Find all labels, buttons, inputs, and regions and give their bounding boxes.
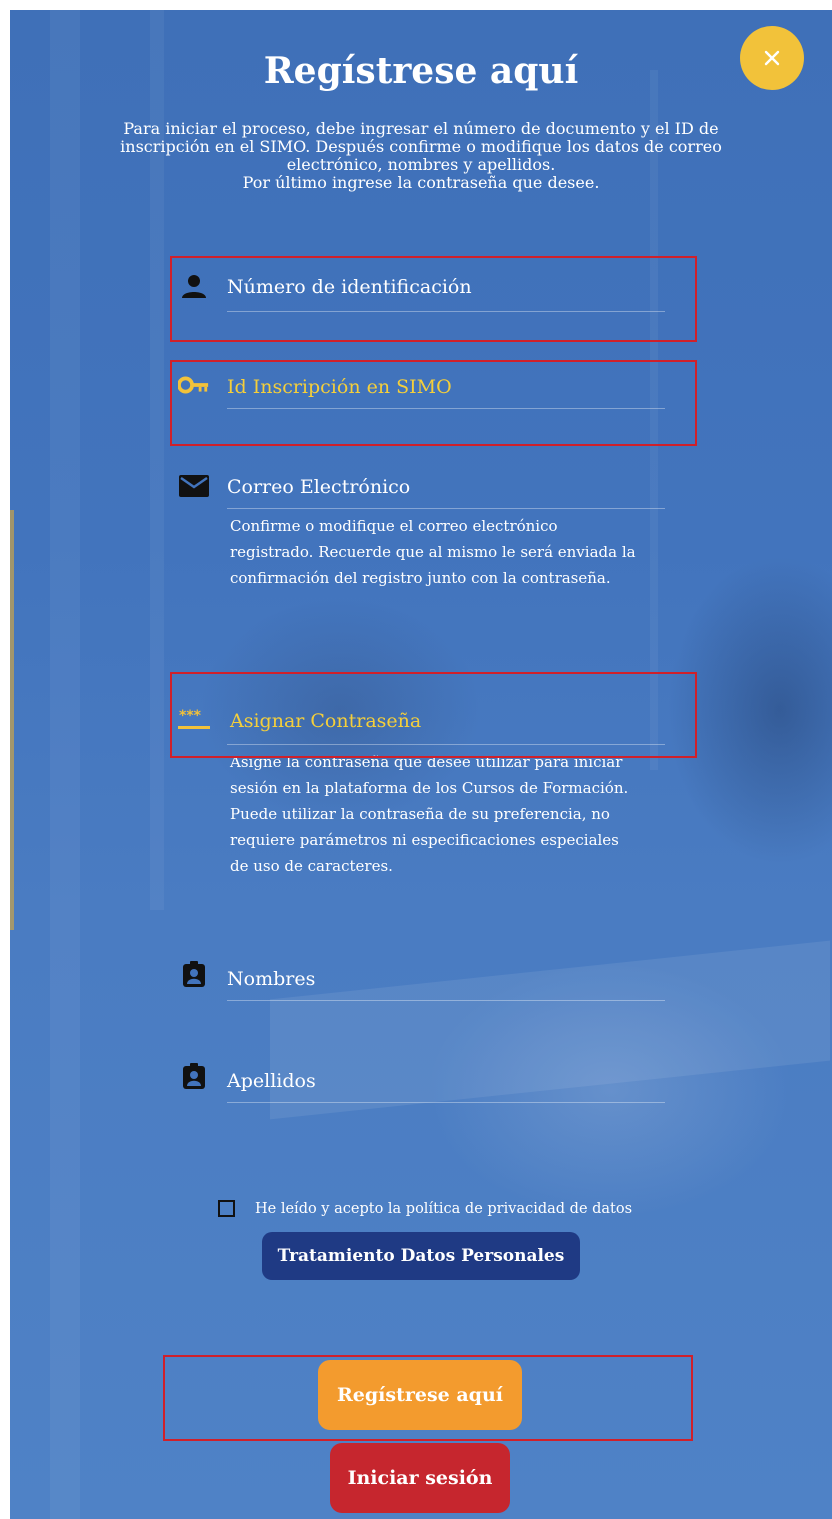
page-title: Regístrese aquí (263, 50, 579, 92)
email-placeholder: Correo Electrónico (227, 476, 411, 498)
field-underline (227, 744, 665, 745)
password-field[interactable]: *** Asignar Contraseña Asigne la contras… (170, 706, 690, 906)
first-names-placeholder: Nombres (227, 968, 316, 990)
help-line: de uso de caracteres. (230, 857, 393, 875)
envelope-icon (178, 472, 210, 500)
intro-text: Para iniciar el proceso, debe ingresar e… (90, 120, 752, 192)
background-decor (10, 510, 14, 930)
field-underline (227, 1000, 665, 1001)
password-placeholder: Asignar Contraseña (230, 710, 422, 732)
help-line: requiere parámetros ni especificaciones … (230, 831, 619, 849)
field-underline (227, 408, 665, 409)
field-underline (227, 311, 665, 312)
privacy-consent: He leído y acepto la política de privaci… (218, 1200, 632, 1217)
data-treatment-button[interactable]: Tratamiento Datos Personales (262, 1232, 580, 1280)
register-dialog: Regístrese aquí Para iniciar el proceso,… (10, 10, 832, 1519)
identification-placeholder: Número de identificación (227, 276, 472, 298)
id-badge-icon (178, 1062, 210, 1090)
intro-line: electrónico, nombres y apellidos. (286, 155, 556, 174)
help-line: Confirme o modifique el correo electróni… (230, 517, 558, 535)
intro-line: Para iniciar el proceso, debe ingresar e… (123, 119, 719, 138)
svg-text:***: *** (179, 709, 202, 724)
help-line: confirmación del registro junto con la c… (230, 569, 611, 587)
help-line: Asigne la contraseña que desee utilizar … (230, 753, 623, 771)
background-decor (50, 10, 80, 1519)
register-button[interactable]: Regístrese aquí (318, 1360, 522, 1430)
help-line: registrado. Recuerde que al mismo le ser… (230, 543, 636, 561)
help-line: sesión en la plataforma de los Cursos de… (230, 779, 629, 797)
password-help-text: Asigne la contraseña que desee utilizar … (230, 749, 670, 879)
simo-id-field[interactable]: Id Inscripción en SIMO (170, 370, 690, 420)
intro-line: inscripción en el SIMO. Después confirme… (120, 137, 722, 156)
simo-id-placeholder: Id Inscripción en SIMO (227, 376, 452, 398)
last-names-field[interactable]: Apellidos (170, 1062, 690, 1108)
password-icon: *** (178, 706, 210, 734)
field-underline (227, 508, 665, 509)
email-help-text: Confirme o modifique el correo electróni… (230, 513, 670, 591)
id-badge-icon (178, 960, 210, 988)
first-names-field[interactable]: Nombres (170, 960, 690, 1006)
privacy-consent-label: He leído y acepto la política de privaci… (255, 1200, 633, 1217)
help-line: Puede utilizar la contraseña de su prefe… (230, 805, 610, 823)
privacy-checkbox[interactable] (218, 1200, 235, 1217)
field-underline (227, 1102, 665, 1103)
last-names-placeholder: Apellidos (227, 1070, 316, 1092)
intro-line: Por último ingrese la contraseña que des… (242, 173, 600, 192)
person-icon (178, 272, 210, 300)
login-button[interactable]: Iniciar sesión (330, 1443, 510, 1513)
email-field[interactable]: Correo Electrónico Confirme o modifique … (170, 470, 690, 620)
key-icon (178, 371, 210, 399)
identification-field[interactable]: Número de identificación (170, 268, 690, 318)
